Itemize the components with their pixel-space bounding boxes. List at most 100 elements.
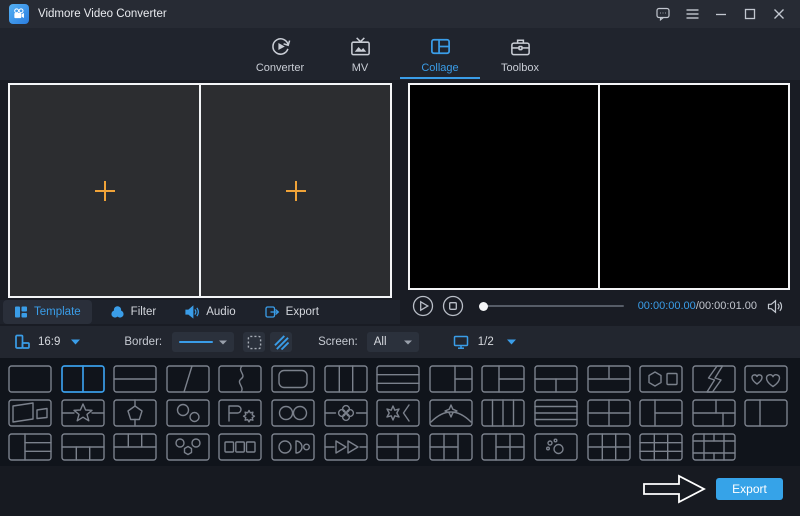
seek-handle[interactable] [479, 301, 488, 311]
subtab-label: Filter [130, 306, 157, 318]
border-pattern-button[interactable] [270, 332, 293, 352]
layout-template-left-col-grid-right[interactable] [481, 433, 526, 461]
layout-template-top3-bottom1[interactable] [113, 433, 157, 461]
layout-template-single[interactable] [8, 365, 52, 393]
layout-template-split-v2[interactable] [60, 365, 105, 393]
minimize-icon[interactable] [713, 6, 729, 22]
layout-template-split-h2[interactable] [113, 365, 157, 393]
main-tabs: Converter MV Collage Toolbox [0, 28, 800, 80]
screen-select-value: All [373, 336, 387, 348]
layout-template-circles-diagonal[interactable] [166, 399, 210, 427]
mv-icon [349, 35, 372, 58]
top-navbar: Converter MV Collage Toolbox [0, 28, 800, 80]
layout-template-top1-bottom3[interactable] [60, 433, 105, 461]
layout-template-grid-2x2[interactable] [586, 399, 631, 427]
menu-icon[interactable] [684, 6, 700, 22]
collage-slot-1[interactable] [10, 85, 201, 296]
layout-template-grid-3x2[interactable] [586, 433, 631, 461]
layout-template-circles-hex-trio[interactable] [166, 433, 210, 461]
layout-template-hearts[interactable] [744, 365, 789, 393]
border-dropdown-caret[interactable] [219, 340, 228, 345]
audio-icon [185, 305, 200, 319]
app-window: Vidmore Video Converter Converter MV Col… [0, 0, 800, 516]
add-video-plus-icon[interactable] [201, 85, 390, 296]
maximize-icon[interactable] [742, 6, 758, 22]
layout-template-grid-left-col-right[interactable] [429, 433, 473, 461]
layout-template-squares-trio[interactable] [218, 433, 263, 461]
border-dashed-button[interactable] [243, 332, 266, 352]
layout-template-top2-bottom-right[interactable] [692, 399, 736, 427]
screen-select[interactable]: All [366, 332, 419, 352]
subtab-export[interactable]: Export [254, 300, 330, 324]
time-total: 00:00:01.00 [698, 300, 757, 312]
layout-template-left1-right2[interactable] [481, 365, 526, 393]
layout-template-bubbles[interactable] [534, 433, 578, 461]
subtab-label: Audio [206, 306, 236, 318]
tab-label: Toolbox [501, 61, 539, 74]
seek-slider[interactable] [479, 301, 624, 311]
layout-template-flag-gear[interactable] [218, 399, 263, 427]
tab-label: Collage [421, 61, 459, 74]
layout-template-lightning[interactable] [692, 365, 736, 393]
layout-template-star-center[interactable] [60, 399, 105, 427]
subtab-audio[interactable]: Audio [174, 300, 246, 324]
layout-template-top1-bottom2[interactable] [534, 365, 578, 393]
page-indicator: 1/2 [477, 336, 494, 348]
volume-icon[interactable] [767, 299, 784, 314]
aspect-ratio-value: 16:9 [38, 336, 61, 348]
close-icon[interactable] [771, 6, 787, 22]
export-button[interactable]: Export [716, 478, 783, 500]
add-video-plus-icon[interactable] [10, 85, 199, 296]
preview-canvas [408, 83, 790, 290]
layout-template-inset-rounded[interactable] [271, 365, 315, 393]
layout-template-skew-panels[interactable] [8, 399, 52, 427]
preview-cell-1 [410, 85, 600, 288]
template-row [8, 433, 800, 461]
layout-template-burst-bracket[interactable] [376, 399, 420, 427]
aspect-ratio-dropdown-caret[interactable] [71, 339, 81, 345]
template-icon [14, 305, 28, 319]
screen-dropdown-caret[interactable] [403, 340, 412, 345]
layout-template-pentagon-center[interactable] [113, 399, 157, 427]
layout-template-top2-bottom1[interactable] [586, 365, 631, 393]
subtab-template[interactable]: Template [3, 300, 92, 324]
layout-template-clover-center[interactable] [323, 399, 368, 427]
layout-template-split-curve[interactable] [218, 365, 263, 393]
layout-template-frame-cells[interactable] [692, 433, 736, 461]
layout-template-grid-3x3[interactable] [639, 433, 683, 461]
feedback-icon[interactable] [655, 6, 671, 22]
layout-template-split-v4[interactable] [481, 399, 526, 427]
stop-button[interactable] [442, 295, 464, 317]
tab-toolbox[interactable]: Toolbox [480, 28, 560, 80]
layout-template-circle-moon-dot[interactable] [271, 433, 315, 461]
tab-collage[interactable]: Collage [400, 28, 480, 80]
main-content: Template Filter Audio Export 00:00:00.00… [0, 80, 800, 326]
layout-template-split-h4[interactable] [534, 399, 578, 427]
layout-template-split-v3[interactable] [323, 365, 368, 393]
layout-template-left1-right2-b[interactable] [639, 399, 683, 427]
tab-converter[interactable]: Converter [240, 28, 320, 80]
tab-label: Converter [255, 61, 305, 74]
layout-template-split-diagonal[interactable] [166, 365, 210, 393]
play-button[interactable] [412, 295, 434, 317]
tab-mv[interactable]: MV [320, 28, 400, 80]
editor-subtabs: Template Filter Audio Export [0, 300, 400, 324]
collage-slot-2[interactable] [201, 85, 390, 296]
layout-template-triangles-pair[interactable] [323, 433, 368, 461]
subtab-label: Export [285, 306, 319, 318]
toolbox-icon [509, 35, 532, 58]
app-logo-icon [9, 4, 29, 24]
border-style-select[interactable] [172, 332, 235, 352]
layout-template-split-v2-offset[interactable] [744, 399, 789, 427]
page-dropdown-caret[interactable] [506, 339, 516, 345]
subtab-filter[interactable]: Filter [99, 300, 168, 324]
layout-template-left1-right2-wide[interactable] [429, 365, 473, 393]
layout-template-arch-sparkle[interactable] [429, 399, 473, 427]
layout-template-grid-2x2-b[interactable] [376, 433, 420, 461]
layout-template-hexagon-square[interactable] [639, 365, 683, 393]
layout-template-split-h3[interactable] [376, 365, 420, 393]
window-controls [655, 6, 800, 22]
time-current: 00:00:00.00 [637, 300, 696, 312]
layout-template-left1-right3[interactable] [8, 433, 52, 461]
layout-template-circles-pair[interactable] [271, 399, 315, 427]
